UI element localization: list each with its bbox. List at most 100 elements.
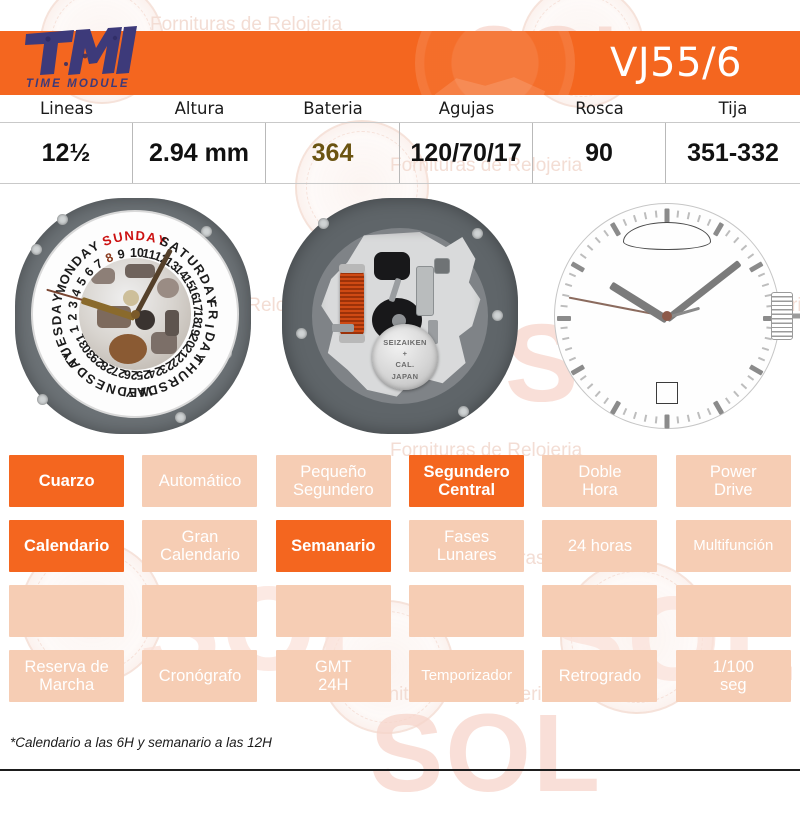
- hour-marker: [748, 261, 764, 273]
- feature-tile-segundero-central[interactable]: Segundero Central: [409, 455, 525, 507]
- spec-sheet-page: SOL SOL SOL SOL SOL Fornituras de Reloje…: [0, 0, 800, 815]
- feature-cell: Segundero Central: [400, 455, 533, 507]
- feature-tile-doble-hora[interactable]: Doble Hora: [542, 455, 658, 507]
- minute-marker: [632, 214, 638, 223]
- hour-marker: [609, 400, 622, 416]
- minute-marker: [622, 407, 628, 416]
- minute-marker: [686, 212, 691, 220]
- minute-marker: [654, 416, 658, 424]
- feature-tile-empty[interactable]: [542, 585, 658, 637]
- feature-tile-empty[interactable]: [409, 585, 525, 637]
- battery-label-top: SEIZAIKEN: [383, 338, 427, 347]
- feature-tile-empty[interactable]: [675, 585, 791, 637]
- gear-blot: [125, 264, 155, 278]
- minute-marker: [733, 236, 740, 244]
- gear-blot: [165, 310, 179, 336]
- feature-row: Calendario Gran Calendario Semanario Fases Lu…: [0, 520, 800, 572]
- feature-tile-gmt-24h[interactable]: GMT 24H: [275, 650, 391, 702]
- spec-header-rosca: Rosca: [575, 99, 624, 118]
- feature-tile-empty[interactable]: [275, 585, 391, 637]
- feature-tile-reserva-de-marcha[interactable]: Reserva de Marcha: [9, 650, 125, 702]
- movement-plate: SUNDAYSATURDAYFRIDAYTHURSDAYWEDNESDAYTUE…: [15, 198, 251, 434]
- page-title: VJ55/6: [610, 40, 742, 86]
- feature-tile-gran-calendario[interactable]: Gran Calendario: [142, 520, 258, 572]
- minute-marker: [568, 272, 577, 278]
- feature-tile-fases-lunares[interactable]: Fases Lunares: [409, 520, 525, 572]
- minute-marker: [586, 383, 594, 390]
- dial-front-photo: [534, 184, 800, 448]
- minute-marker: [676, 416, 680, 424]
- feature-cell: Pequeño Segundero: [267, 455, 400, 507]
- feature-cell: Multifunción: [667, 520, 800, 572]
- minute-marker: [724, 397, 731, 405]
- spec-value-altura: 2.94 mm: [133, 123, 266, 183]
- weekday-char: A: [48, 303, 65, 315]
- minute-marker: [654, 210, 658, 218]
- feature-tile-calendario[interactable]: Calendario: [9, 520, 125, 572]
- hour-marker: [570, 261, 586, 273]
- day-date-ring: SUNDAYSATURDAYFRIDAYTHURSDAYWEDNESDAYTUE…: [33, 212, 237, 416]
- spec-header-bateria: Bateria: [303, 99, 363, 118]
- feature-tile-empty[interactable]: [9, 585, 125, 637]
- weekday-char: W: [138, 383, 153, 401]
- minute-marker: [740, 383, 748, 390]
- minute-marker: [643, 414, 648, 422]
- feature-cell: Power Drive: [667, 455, 800, 507]
- feature-tile-semanario[interactable]: Semanario: [275, 520, 391, 572]
- minute-marker: [724, 229, 731, 237]
- feature-tile-empty[interactable]: [142, 585, 258, 637]
- crown-wheel: [771, 292, 793, 340]
- minute-marker: [560, 326, 568, 330]
- feature-row: [0, 585, 800, 637]
- feature-tile-crongrafo[interactable]: Cronógrafo: [142, 650, 258, 702]
- spec-value-lineas: 12½: [0, 123, 133, 183]
- feature-cell: Semanario: [267, 520, 400, 572]
- spec-header-tija: Tija: [718, 99, 748, 118]
- date-numeral: 2: [65, 313, 80, 321]
- bottom-rule: [0, 769, 800, 771]
- minute-marker: [761, 282, 770, 288]
- minute-marker: [603, 229, 610, 237]
- feature-tile-retrogrado[interactable]: Retrogrado: [542, 650, 658, 702]
- feature-tile-24-horas[interactable]: 24 horas: [542, 520, 658, 572]
- weekday-char: E: [128, 384, 138, 401]
- feature-cell: Calendario: [0, 520, 133, 572]
- feature-cell: GMT 24H: [267, 650, 400, 702]
- coil-cap: [339, 264, 365, 273]
- minute-marker: [757, 272, 766, 278]
- feature-tile-cuarzo[interactable]: Cuarzo: [9, 455, 125, 507]
- circuit-assembly: SEIZAIKEN + CAL. JAPAN: [312, 228, 488, 404]
- setting-lever: [332, 324, 354, 332]
- feature-cell: [400, 585, 533, 637]
- feature-tile-multifuncin[interactable]: Multifunción: [675, 520, 791, 572]
- screw-hole: [296, 328, 307, 339]
- feature-tile-power-drive[interactable]: Power Drive: [675, 455, 791, 507]
- hour-marker: [664, 414, 670, 429]
- minute-marker: [757, 356, 766, 362]
- spec-value-agujas: 120/70/17: [400, 123, 533, 183]
- spec-value-row: 12½ 2.94 mm 364 120/70/17 90 351-332: [0, 122, 800, 184]
- minute-marker: [586, 244, 594, 251]
- spec-header-altura: Altura: [174, 99, 225, 118]
- feature-tile-temporizador[interactable]: Temporizador: [409, 650, 525, 702]
- feature-grid: Cuarzo Automático Pequeño Segundero Segunder…: [0, 455, 800, 715]
- hour-marker: [748, 364, 764, 376]
- minute-marker: [579, 374, 587, 381]
- minute-marker: [579, 253, 587, 260]
- day-date-disc-photo: SUNDAYSATURDAYFRIDAYTHURSDAYWEDNESDAYTUE…: [0, 184, 266, 448]
- footnote: *Calendario a las 6H y semanario a las 1…: [10, 735, 272, 750]
- feature-tile-automtico[interactable]: Automático: [142, 455, 258, 507]
- gear-blot: [91, 268, 115, 284]
- minute-marker: [747, 253, 755, 260]
- spec-value-tija: 351-332: [687, 138, 779, 167]
- feature-tile-pequeo-segundero[interactable]: Pequeño Segundero: [275, 455, 391, 507]
- battery-label-origin: JAPAN: [391, 372, 419, 381]
- gear-blot: [123, 290, 139, 306]
- date-window: [656, 382, 678, 404]
- hands-pivot: [662, 311, 672, 321]
- hour-marker: [609, 221, 622, 237]
- minute-marker: [740, 244, 748, 251]
- hour-hand: [608, 281, 670, 324]
- hour-marker: [664, 208, 670, 223]
- feature-tile-1/100-seg[interactable]: 1/100 seg: [675, 650, 791, 702]
